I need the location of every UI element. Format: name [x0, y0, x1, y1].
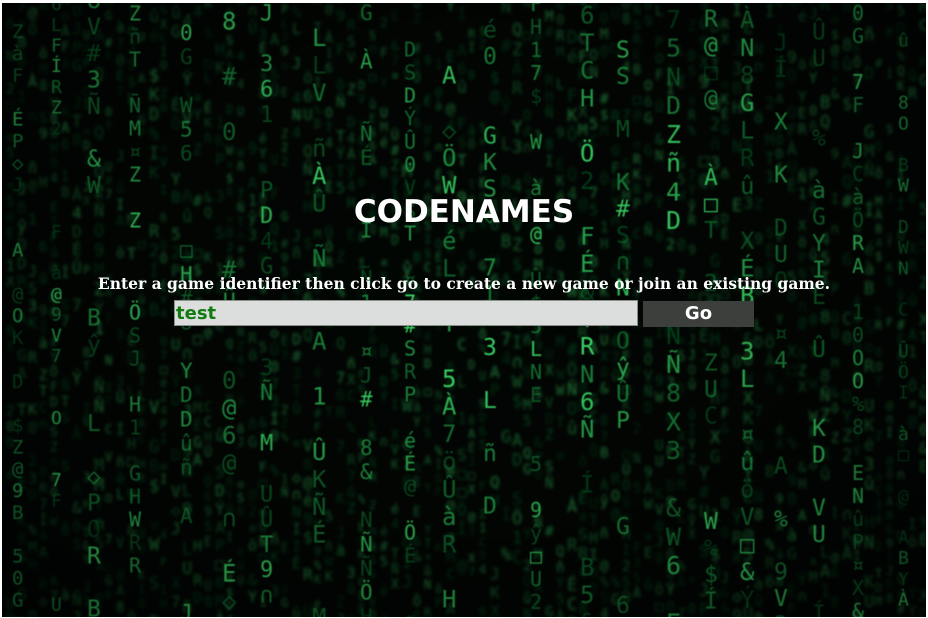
page-frame: Z#ñN2□◇5¤5éE1X0X20NéUÑ7¤8öIJBŷDDRAGATEK8…	[2, 3, 926, 617]
go-button[interactable]: Go	[643, 301, 754, 327]
game-identifier-input[interactable]	[174, 300, 638, 326]
page-title: CODENAMES	[353, 194, 575, 230]
main-content: CODENAMES Enter a game identifier then c…	[2, 3, 926, 617]
instructions-text: Enter a game identifier then click go to…	[97, 274, 831, 293]
